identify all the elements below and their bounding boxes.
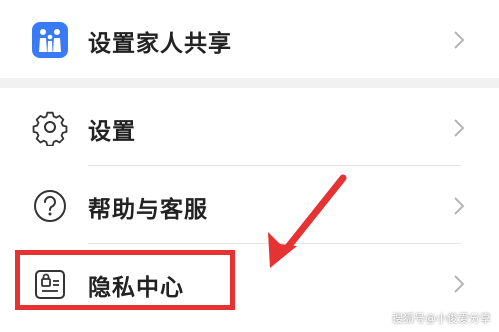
annotation-arrow-icon (268, 174, 347, 268)
watermark: 搜狐号@小俊爱分享 (392, 312, 491, 325)
